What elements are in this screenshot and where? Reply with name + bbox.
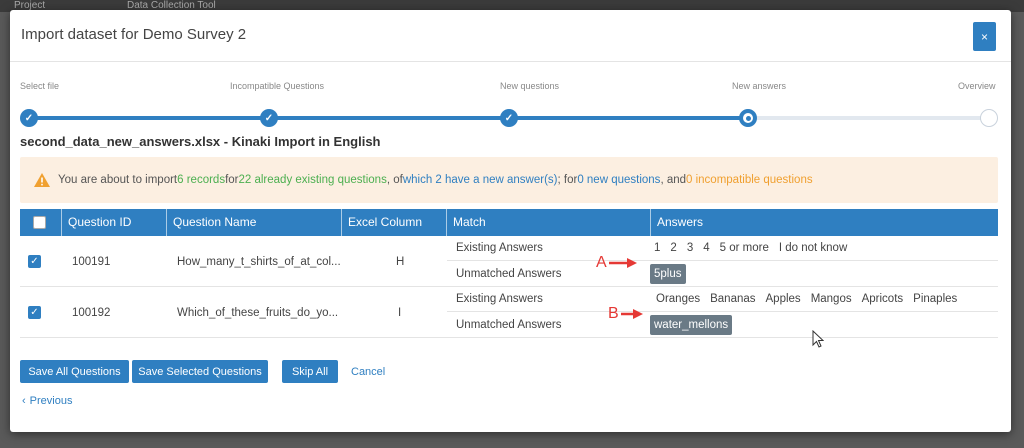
existing-answer: Oranges xyxy=(656,293,701,305)
header-excel-column: Excel Column xyxy=(342,209,447,236)
existing-answers-list: Oranges Bananas Apples Mangos Apricots P… xyxy=(656,293,957,305)
table-row: ✓ 100191 How_many_t_shirts_of_at_col... … xyxy=(20,236,998,287)
existing-answer: 4 xyxy=(703,242,710,254)
save-selected-questions-button[interactable]: Save Selected Questions xyxy=(132,360,268,383)
header-question-id: Question ID xyxy=(62,209,167,236)
existing-answer: Apricots xyxy=(861,293,904,305)
step-label-new-questions: New questions xyxy=(500,81,560,91)
row-checkbox[interactable]: ✓ xyxy=(28,306,41,319)
annotation-a: A xyxy=(596,254,637,272)
red-arrow-icon xyxy=(620,309,643,319)
select-all-checkbox[interactable] xyxy=(33,216,46,230)
progress-track-done xyxy=(28,116,748,120)
excel-column: H xyxy=(396,255,405,268)
annotation-label: B xyxy=(608,305,619,322)
annotation-b: B xyxy=(608,305,643,323)
modal-header: Import dataset for Demo Survey 2 × xyxy=(10,10,1011,62)
table-row: ✓ 100192 Which_of_these_fruits_do_yo... … xyxy=(20,287,998,338)
header-question-name: Question Name xyxy=(167,209,342,236)
previous-link[interactable]: ‹ Previous xyxy=(22,395,72,407)
chevron-left-icon: ‹ xyxy=(22,395,26,407)
select-all-header xyxy=(20,209,62,236)
progress-track-remaining xyxy=(748,116,990,120)
alert-text-4: ; for xyxy=(557,174,578,186)
import-summary-alert: You are about to import 6 records for 22… xyxy=(20,157,998,203)
existing-answers-list: 1 2 3 4 5 or more I do not know xyxy=(654,242,847,254)
cancel-button[interactable]: Cancel xyxy=(351,360,385,383)
answers-match-table: Question ID Question Name Excel Column M… xyxy=(20,209,998,338)
table-header: Question ID Question Name Excel Column M… xyxy=(20,209,998,236)
skip-all-button[interactable]: Skip All xyxy=(282,360,338,383)
question-id: 100192 xyxy=(72,306,111,319)
existing-answer: 3 xyxy=(686,242,694,254)
annotation-label: A xyxy=(596,254,607,271)
alert-existing-questions: 22 already existing questions xyxy=(238,174,387,186)
step-label-new-answers: New answers xyxy=(732,81,787,91)
existing-answer: 2 xyxy=(670,242,677,254)
warning-icon xyxy=(34,173,50,187)
step-overview-pending-icon[interactable] xyxy=(980,109,998,127)
existing-answer: Bananas xyxy=(710,293,756,305)
header-answers: Answers xyxy=(657,215,704,229)
import-dataset-modal: Import dataset for Demo Survey 2 × Selec… xyxy=(10,10,1011,432)
unmatched-answers-line: Unmatched Answers 5plus xyxy=(447,261,998,286)
unmatched-answer-tag[interactable]: 5plus xyxy=(650,263,686,284)
step-incompatible-check-icon[interactable]: ✓ xyxy=(260,109,278,127)
existing-answer: I do not know xyxy=(778,242,848,254)
modal-title: Import dataset for Demo Survey 2 xyxy=(21,26,247,43)
alert-new-questions: 0 new questions xyxy=(577,174,661,186)
close-button[interactable]: × xyxy=(973,22,996,51)
existing-answer: 1 xyxy=(654,242,661,254)
mouse-cursor-icon xyxy=(812,330,824,348)
existing-answers-line: Existing Answers 1 2 3 4 5 or more I do … xyxy=(447,236,998,261)
step-label-select-file: Select file xyxy=(20,81,60,91)
existing-answers-label: Existing Answers xyxy=(456,293,543,305)
excel-column: I xyxy=(398,306,402,319)
step-select-file-check-icon[interactable]: ✓ xyxy=(20,109,38,127)
header-match: Match xyxy=(447,209,651,236)
previous-label: Previous xyxy=(29,395,73,407)
row-checkbox-cell: ✓ xyxy=(28,236,41,287)
step-new-questions-check-icon[interactable]: ✓ xyxy=(500,109,518,127)
row-checkbox[interactable]: ✓ xyxy=(28,255,41,268)
alert-text-2: for xyxy=(225,174,239,186)
question-name: Which_of_these_fruits_do_yo... xyxy=(177,306,339,319)
unmatched-answer-tag[interactable]: water_mellons xyxy=(650,314,733,335)
unmatched-answers-label: Unmatched Answers xyxy=(456,318,562,331)
existing-answers-line: Existing Answers Oranges Bananas Apples … xyxy=(447,287,998,312)
unmatched-answers-line: Unmatched Answers water_mellons xyxy=(447,312,998,337)
question-name: How_many_t_shirts_of_at_col... xyxy=(177,255,341,268)
alert-text-3: , of xyxy=(386,174,403,186)
existing-answer: Apples xyxy=(765,293,801,305)
row-checkbox-cell: ✓ xyxy=(28,287,41,338)
question-id: 100191 xyxy=(72,255,111,268)
existing-answers-label: Existing Answers xyxy=(456,242,543,254)
alert-new-answers: which 2 have a new answer(s) xyxy=(402,174,558,186)
import-stepper: Select file Incompatible Questions New q… xyxy=(10,74,1011,127)
existing-answer: 5 or more xyxy=(719,242,769,254)
step-label-overview: Overview xyxy=(958,81,996,91)
alert-records: 6 records xyxy=(177,174,226,186)
existing-answer: Mangos xyxy=(810,293,852,305)
file-heading: second_data_new_answers.xlsx - Kinaki Im… xyxy=(20,134,381,149)
step-label-incompatible-questions: Incompatible Questions xyxy=(230,81,325,91)
alert-incompatible-questions: 0 incompatible questions xyxy=(686,174,813,186)
red-arrow-icon xyxy=(608,258,637,268)
alert-text-1: You are about to import xyxy=(58,174,178,186)
existing-answer: Pinaples xyxy=(913,293,958,305)
alert-text-5: , and xyxy=(660,174,687,186)
save-all-questions-button[interactable]: Save All Questions xyxy=(20,360,129,383)
unmatched-answers-label: Unmatched Answers xyxy=(456,267,562,280)
step-new-answers-current-icon[interactable] xyxy=(739,109,757,127)
